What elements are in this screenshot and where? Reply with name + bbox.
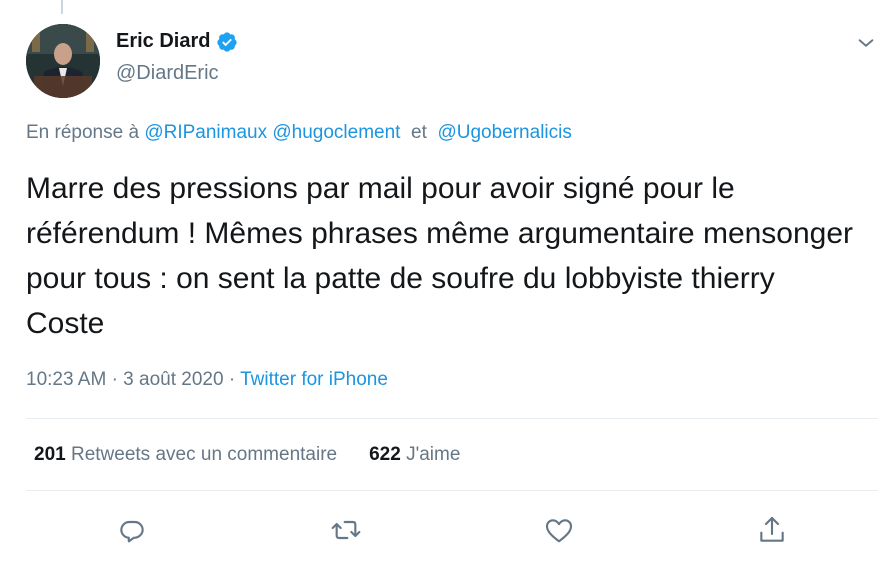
mention-ripanimaux[interactable]: @RIPanimaux (144, 122, 267, 143)
chevron-down-icon[interactable] (855, 32, 877, 54)
retweet-icon (331, 520, 361, 540)
divider (26, 490, 878, 491)
author-name-row[interactable]: Eric Diard (116, 30, 238, 53)
likes-count: 622 (369, 444, 401, 465)
heart-icon (545, 519, 573, 543)
reply-conjunction: et (411, 122, 427, 143)
retweet-button[interactable] (330, 514, 362, 546)
tweet-text: Marre des pressions par mail pour avoir … (26, 172, 854, 340)
retweets-stat[interactable]: 201 Retweets avec un commentaire (34, 444, 337, 466)
thread-connector-line (61, 0, 63, 14)
retweets-label: Retweets avec un commentaire (70, 444, 338, 465)
reply-button[interactable] (116, 514, 148, 546)
reply-prefix: En réponse à (26, 122, 140, 143)
reply-context: En réponse à @RIPanimaux @hugoclement et… (26, 122, 572, 144)
tweet-date[interactable]: 3 août 2020 (123, 369, 223, 390)
author-display-name[interactable]: Eric Diard (116, 30, 210, 53)
avatar-image (26, 24, 100, 98)
mention-ugobernalicis[interactable]: @Ugobernalicis (437, 122, 571, 143)
share-icon (760, 516, 784, 542)
divider (26, 418, 878, 419)
retweets-count: 201 (34, 444, 66, 465)
reply-icon (120, 520, 144, 543)
mention-hugoclement[interactable]: @hugoclement (272, 122, 400, 143)
tweet-meta: 10:23 AM · 3 août 2020 · Twitter for iPh… (26, 369, 388, 391)
meta-separator: · (111, 369, 118, 390)
avatar[interactable] (26, 24, 100, 98)
like-button[interactable] (543, 514, 575, 546)
likes-stat[interactable]: 622 J'aime (369, 444, 460, 466)
meta-separator-2: · (228, 369, 236, 390)
tweet-detail: Eric Diard @DiardEric En réponse à @RIPa… (0, 0, 894, 571)
tweet-stats: 201 Retweets avec un commentaire 622 J'a… (34, 444, 460, 466)
verified-badge-icon (216, 31, 238, 53)
author-handle[interactable]: @DiardEric (116, 62, 219, 85)
share-button[interactable] (756, 514, 788, 546)
likes-label: J'aime (406, 444, 461, 465)
tweet-source-link[interactable]: Twitter for iPhone (240, 369, 388, 390)
tweet-time[interactable]: 10:23 AM (26, 369, 106, 390)
